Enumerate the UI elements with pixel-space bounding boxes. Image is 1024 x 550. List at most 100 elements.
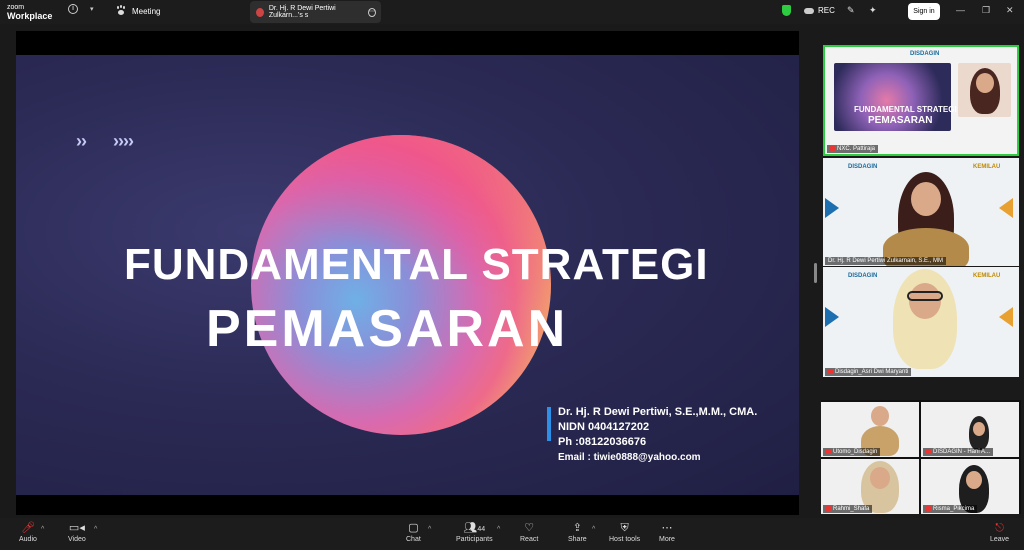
security-shield-icon[interactable] bbox=[782, 5, 791, 16]
kemilau-logo: KEMILAU bbox=[973, 164, 1001, 170]
host-tools-button[interactable]: ⛨ Host tools bbox=[609, 521, 640, 543]
participant-name: Utomo_Disdagin bbox=[823, 447, 881, 456]
chevron-down-icon[interactable]: ▾ bbox=[90, 5, 94, 13]
meeting-toolbar: 🎤︎ Audio ^ ▭◂ Video ^ ▢ Chat ^ 👥︎44 Part… bbox=[0, 518, 1024, 550]
slide-title-line1: FUNDAMENTAL STRATEGI bbox=[124, 240, 709, 289]
disdagin-logo: DISDAGIN bbox=[848, 164, 878, 170]
logo-line2: Workplace bbox=[7, 11, 53, 21]
slide-title-line2: PEMASARAN bbox=[206, 300, 569, 358]
host-tools-label: Host tools bbox=[609, 536, 641, 543]
video-label: Video bbox=[68, 536, 86, 543]
mini-slide-title2: PEMASARAN bbox=[868, 115, 933, 126]
glasses-shape bbox=[907, 291, 943, 301]
participant-name-text: Dr. Hj. R Dewi Pertiwi Zulkarnain, S.E.,… bbox=[828, 258, 944, 264]
face-shape bbox=[976, 73, 994, 93]
audio-button[interactable]: 🎤︎ Audio bbox=[19, 521, 37, 543]
face-shape bbox=[909, 283, 941, 319]
mic-off-icon bbox=[830, 145, 835, 151]
gallery-tile[interactable]: Rahmi_Shafa bbox=[821, 459, 919, 514]
gallery-tile[interactable]: DISDAGIN - Hani A... bbox=[921, 402, 1019, 457]
shield-icon: ⛨ bbox=[620, 522, 629, 534]
exit-icon: ⎋ bbox=[995, 522, 1004, 534]
gallery-tile[interactable]: Risma_Pikcima bbox=[921, 459, 1019, 514]
face-shape bbox=[911, 182, 941, 216]
mic-off-icon bbox=[828, 368, 833, 374]
zoom-logo: zoom Workplace bbox=[7, 4, 53, 21]
video-tile-active-speaker[interactable]: DISDAGIN FUNDAMENTAL STRATEGI PEMASARAN … bbox=[823, 45, 1019, 156]
participant-name-text: Utomo_Disdagin bbox=[833, 449, 878, 455]
audio-label: Audio bbox=[19, 536, 37, 543]
decor-triangle bbox=[999, 307, 1013, 327]
meeting-label: Meeting bbox=[132, 6, 161, 16]
presenter-phone: Ph :08122036676 bbox=[558, 436, 647, 448]
chat-button[interactable]: ▢ Chat bbox=[406, 521, 421, 543]
mic-off-icon bbox=[826, 505, 831, 511]
pen-icon[interactable]: ✎ bbox=[847, 5, 855, 16]
share-options-caret[interactable]: ^ bbox=[592, 526, 595, 533]
share-label: Share bbox=[568, 536, 587, 543]
participant-name: DISDAGIN - Hani A... bbox=[923, 447, 994, 456]
sparkle-icon[interactable]: ✦ bbox=[869, 5, 877, 16]
mic-off-icon bbox=[926, 448, 931, 454]
mic-muted-icon: 🎤︎ bbox=[20, 522, 35, 534]
face-shape bbox=[871, 406, 889, 426]
participants-label: Participants bbox=[456, 536, 493, 543]
react-button[interactable]: ♡ React bbox=[520, 521, 538, 543]
camera-icon: ▭◂ bbox=[68, 522, 85, 534]
participant-name: Rahmi_Shafa bbox=[823, 504, 873, 513]
share-tab[interactable]: Dr. Hj. R Dewi Pertiwi Zulkarn...'s s ⋯ bbox=[250, 1, 381, 23]
face-shape bbox=[973, 422, 985, 436]
info-icon[interactable]: i bbox=[68, 4, 78, 14]
disdagin-logo: DISDAGIN bbox=[848, 273, 878, 279]
restore-icon[interactable]: ❐ bbox=[982, 5, 990, 16]
participant-name-text: DISDAGIN - Hani A... bbox=[933, 449, 991, 455]
decor-triangle bbox=[825, 307, 839, 327]
share-tab-title: Dr. Hj. R Dewi Pertiwi Zulkarn...'s s bbox=[268, 5, 336, 19]
video-button[interactable]: ▭◂ Video bbox=[68, 521, 86, 543]
record-indicator[interactable]: REC bbox=[804, 6, 835, 15]
mini-camera-feed bbox=[958, 63, 1011, 117]
participant-name: Risma_Pikcima bbox=[923, 504, 978, 513]
participant-name-text: Risma_Pikcima bbox=[933, 506, 975, 512]
video-tile[interactable]: DISDAGIN KEMILAU Dr. Hj. R Dewi Pertiwi … bbox=[823, 158, 1019, 266]
sign-in-button[interactable]: Sign in bbox=[908, 3, 940, 20]
audio-options-caret[interactable]: ^ bbox=[41, 526, 44, 533]
decor-triangle bbox=[999, 198, 1013, 218]
participants-button[interactable]: 👥︎44 Participants bbox=[456, 521, 493, 543]
decor-triangle bbox=[825, 198, 839, 218]
presentation-slide: › › › › › › FUNDAMENTAL STRATEGI PEMASAR… bbox=[16, 55, 799, 495]
paw-icon bbox=[116, 6, 126, 16]
rec-label: REC bbox=[818, 6, 835, 15]
cloud-icon bbox=[804, 7, 814, 14]
heart-icon: ♡ bbox=[524, 522, 535, 534]
chat-options-caret[interactable]: ^ bbox=[428, 526, 431, 533]
participants-options-caret[interactable]: ^ bbox=[497, 526, 500, 533]
meeting-tab[interactable]: Meeting bbox=[116, 6, 160, 16]
video-tile[interactable]: DISDAGIN KEMILAU Disdagin_Asri Dwi Marya… bbox=[823, 267, 1019, 377]
avatar bbox=[256, 7, 264, 17]
participant-name: NXC. Pattiraja bbox=[827, 144, 879, 153]
mini-slide-preview: FUNDAMENTAL STRATEGI PEMASARAN bbox=[834, 63, 957, 131]
gallery-grid: Utomo_Disdagin DISDAGIN - Hani A... Rahm… bbox=[821, 400, 1021, 514]
disdagin-logo: DISDAGIN bbox=[910, 51, 940, 57]
face-shape bbox=[870, 467, 890, 489]
participant-name-text: NXC. Pattiraja bbox=[837, 146, 876, 152]
presenter-name: Dr. Hj. R Dewi Pertiwi, S.E.,M.M., CMA. bbox=[558, 406, 758, 418]
more-button[interactable]: ⋯ More bbox=[659, 521, 675, 543]
minimize-icon[interactable]: — bbox=[956, 5, 965, 15]
more-icon: ⋯ bbox=[661, 522, 673, 534]
title-bar: zoom Workplace i ▾ Meeting Dr. Hj. R Dew… bbox=[0, 0, 1024, 24]
leave-button[interactable]: ⎋ Leave bbox=[990, 521, 1009, 543]
kemilau-logo: KEMILAU bbox=[973, 273, 1001, 279]
more-options-icon[interactable]: ⋯ bbox=[367, 7, 376, 17]
video-options-caret[interactable]: ^ bbox=[94, 526, 97, 533]
share-button[interactable]: ⇪ Share bbox=[568, 521, 587, 543]
participant-name: Disdagin_Asri Dwi Maryanti bbox=[825, 367, 912, 376]
participant-name: Dr. Hj. R Dewi Pertiwi Zulkarnain, S.E.,… bbox=[825, 257, 947, 265]
close-icon[interactable]: ✕ bbox=[1006, 5, 1014, 16]
presenter-nidn: NIDN 0404127202 bbox=[558, 421, 650, 433]
gallery-tile[interactable]: Utomo_Disdagin bbox=[821, 402, 919, 457]
panel-resize-handle[interactable] bbox=[814, 263, 817, 283]
chat-label: Chat bbox=[406, 536, 421, 543]
participants-count: 44 bbox=[477, 526, 486, 533]
